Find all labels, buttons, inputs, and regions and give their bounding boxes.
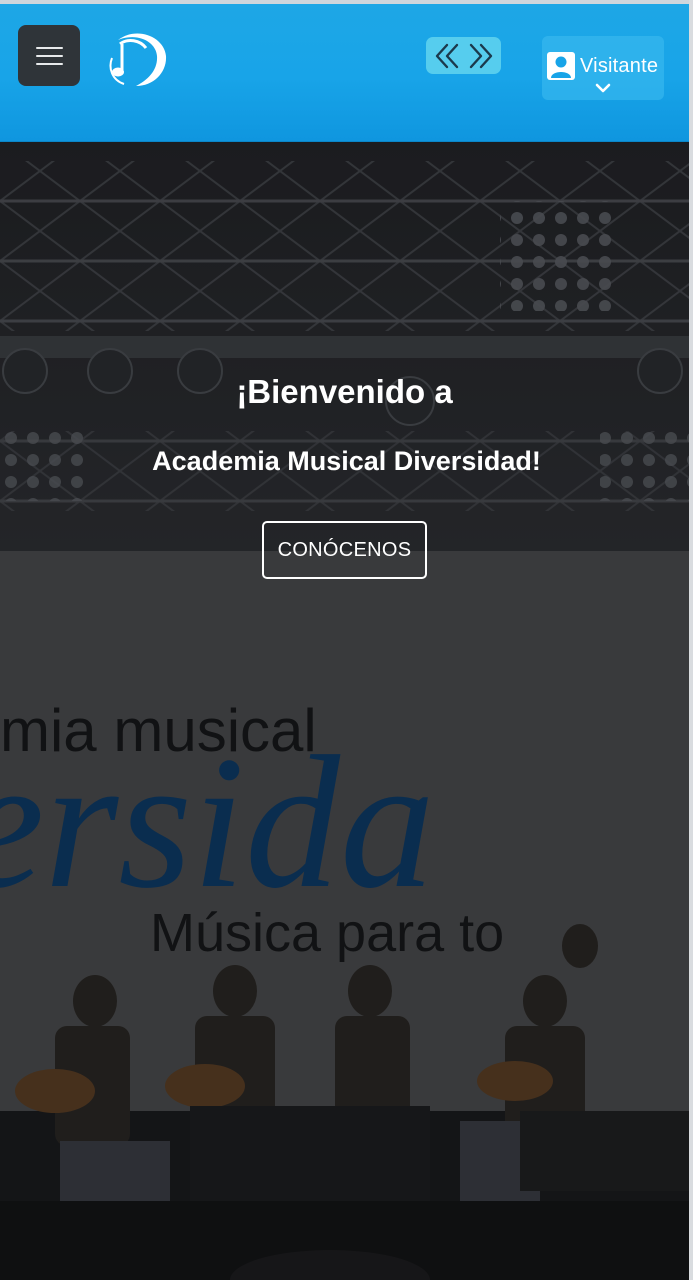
user-role-label: Visitante	[580, 54, 659, 77]
sidebar-collapse-button[interactable]	[426, 37, 501, 74]
user-avatar-icon	[547, 52, 575, 80]
scrollbar-edge	[689, 0, 693, 1280]
hamburger-menu-icon	[35, 41, 63, 71]
top-navbar: Visitante	[0, 0, 689, 142]
page: Visitante mia musical ersida Música para…	[0, 0, 693, 1280]
user-menu-row: Visitante	[547, 52, 658, 80]
hero-title: ¡Bienvenido a	[236, 373, 453, 410]
conocenos-button[interactable]: CONÓCENOS	[262, 521, 427, 579]
hero-subtitle: Academia Musical Diversidad!	[152, 446, 541, 476]
music-note-logo-icon[interactable]	[104, 28, 170, 90]
user-menu-dropdown[interactable]: Visitante	[542, 36, 664, 100]
double-chevron-icon	[435, 43, 492, 68]
hero-section: mia musical ersida Música para to ¡Bienv…	[0, 141, 689, 1280]
hero-background-image: mia musical ersida Música para to	[0, 141, 689, 1280]
chevron-down-icon	[595, 83, 611, 93]
menu-toggle-button[interactable]	[18, 25, 80, 86]
